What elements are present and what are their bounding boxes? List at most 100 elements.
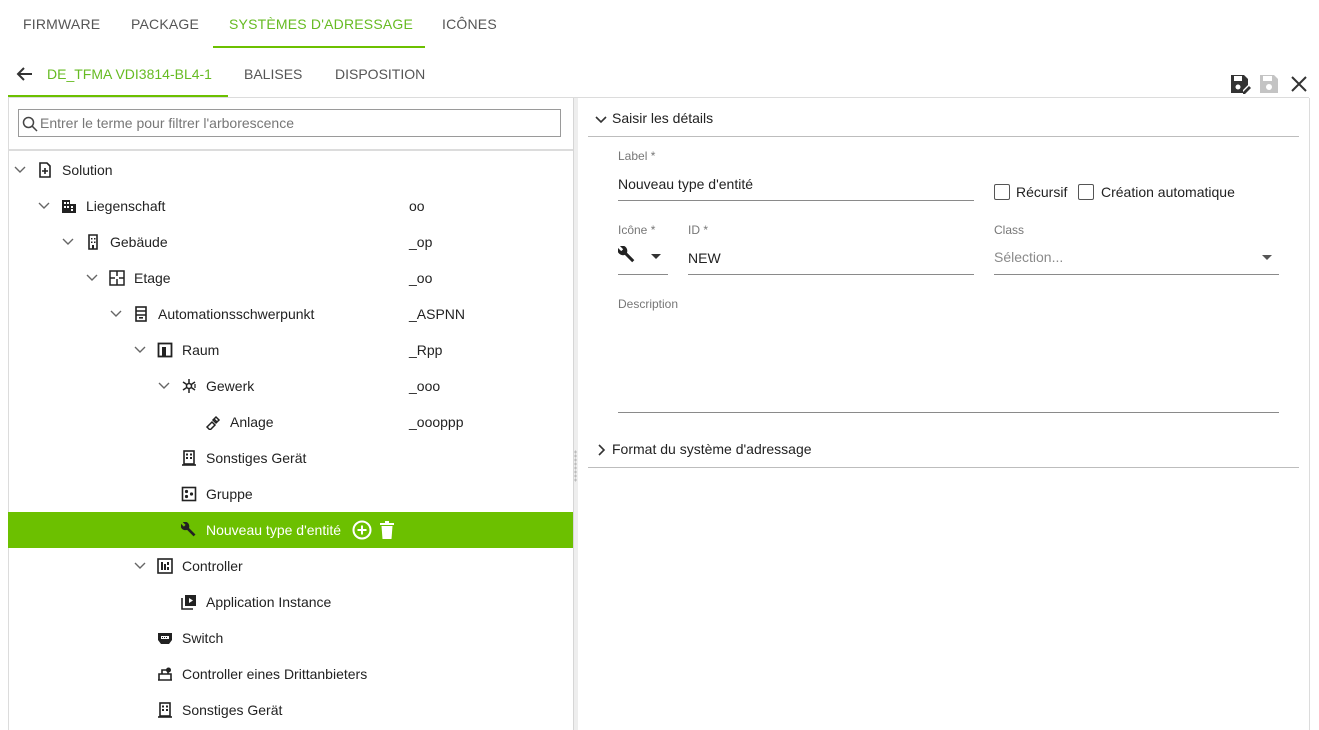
hvac-icon <box>182 379 196 393</box>
details-section-divider <box>588 136 1299 137</box>
tree-row-gruppe[interactable]: Gruppe <box>8 476 573 512</box>
tab-addressing-systems[interactable]: SYSTÈMES D'ADRESSAGE <box>229 16 413 32</box>
tree-row-anlage[interactable]: Anlage _oooppp <box>8 404 573 440</box>
floor-plan-icon <box>109 270 125 286</box>
group-icon <box>181 486 197 502</box>
format-section-divider <box>588 467 1299 468</box>
tree-label: Liegenschaft <box>86 198 166 214</box>
icon-select[interactable] <box>618 246 668 270</box>
tree-code: _oooppp <box>409 414 464 430</box>
chevron-down-icon[interactable] <box>37 198 51 212</box>
tree-label: Sonstiges Gerät <box>182 702 283 718</box>
auto-create-checkbox[interactable] <box>1078 184 1094 200</box>
icon-field-caption: Icône * <box>618 223 656 237</box>
icon-select-underline <box>618 274 668 275</box>
subtab-tags[interactable]: BALISES <box>244 66 302 82</box>
delete-icon[interactable] <box>377 520 397 540</box>
room-icon <box>157 342 173 358</box>
tree-label: Nouveau type d'entité <box>206 522 341 538</box>
tree-row-liegenschaft[interactable]: Liegenschaft oo <box>8 188 573 224</box>
back-arrow-icon[interactable] <box>15 64 35 84</box>
id-field[interactable]: NEW <box>688 250 721 266</box>
splitter-grip-icon[interactable] <box>574 450 577 482</box>
tab-icons[interactable]: ICÔNES <box>442 16 497 32</box>
tree-row-gebaeude[interactable]: Gebäude _op <box>8 224 573 260</box>
recursive-checkbox[interactable] <box>994 184 1010 200</box>
chevron-down-icon[interactable] <box>109 306 123 320</box>
cabinet-icon <box>135 306 147 322</box>
tree-row-sonstiges-geraet[interactable]: Sonstiges Gerät <box>8 440 573 476</box>
chevron-right-icon[interactable] <box>594 443 608 457</box>
details-section-title[interactable]: Saisir les détails <box>612 110 713 126</box>
tree-row-controller[interactable]: Controller <box>8 548 573 584</box>
tree-code: _Rpp <box>409 342 443 358</box>
label-field[interactable]: Nouveau type d'entité <box>618 176 753 192</box>
label-field-caption: Label * <box>618 149 656 163</box>
tree-label: Gewerk <box>206 378 255 394</box>
device-icon <box>158 702 172 718</box>
auto-create-label: Création automatique <box>1101 184 1235 200</box>
save-icon[interactable] <box>1258 73 1280 95</box>
tree-row-gewerk[interactable]: Gewerk _ooo <box>8 368 573 404</box>
tree-row-solution[interactable]: Solution <box>8 152 573 188</box>
save-edit-icon[interactable] <box>1229 73 1251 95</box>
tree-row-automationsschwerpunkt[interactable]: Automationsschwerpunkt _ASPNN <box>8 296 573 332</box>
switch-icon <box>158 633 172 644</box>
tree-label: Switch <box>182 630 224 646</box>
tree-label: Etage <box>134 270 171 286</box>
chevron-down-icon[interactable] <box>133 342 147 356</box>
class-select[interactable]: Sélection... <box>994 249 1063 265</box>
recursive-label: Récursif <box>1016 184 1068 200</box>
tree-label: Controller <box>182 558 243 574</box>
tree-row-application-instance[interactable]: Application Instance <box>8 584 573 620</box>
tree-code: _oo <box>409 270 433 286</box>
tree-row-selected-entity[interactable]: Nouveau type d'entité <box>8 512 573 548</box>
close-icon[interactable] <box>1288 73 1310 95</box>
panel-splitter[interactable] <box>573 98 578 730</box>
chevron-down-icon[interactable] <box>133 558 147 572</box>
class-field-caption: Class <box>994 223 1025 237</box>
description-field-underline <box>618 412 1279 413</box>
label-field-underline <box>618 200 974 201</box>
add-circle-icon[interactable] <box>352 520 372 540</box>
tree-label: Solution <box>62 162 113 178</box>
office-building-icon <box>88 234 98 250</box>
active-tab-indicator <box>213 46 425 48</box>
controller-icon <box>157 558 173 574</box>
chevron-down-icon[interactable] <box>13 162 27 176</box>
building-icon <box>62 200 76 213</box>
tree-label: Controller eines Drittanbieters <box>182 666 368 682</box>
tree-row-raum[interactable]: Raum _Rpp <box>8 332 573 368</box>
tab-package[interactable]: PACKAGE <box>131 16 199 32</box>
tree-code: _ASPNN <box>409 306 466 322</box>
tree-label: Gruppe <box>206 486 253 502</box>
subtab-addressing-system[interactable]: DE_TFMA VDI3814-BL4-1 <box>47 66 212 82</box>
tree-row-switch[interactable]: Switch <box>8 620 573 656</box>
tree-code: _ooo <box>409 378 441 394</box>
format-section-title[interactable]: Format du système d'adressage <box>612 441 812 457</box>
dropdown-arrow-icon[interactable] <box>1261 254 1273 262</box>
filter-divider <box>8 149 573 151</box>
third-party-controller-icon <box>158 667 172 681</box>
chevron-down-icon[interactable] <box>594 112 608 126</box>
tree-label: Automationsschwerpunkt <box>158 306 315 322</box>
tree-filter[interactable] <box>18 109 561 137</box>
pipe-icon <box>205 415 221 430</box>
tree-code: oo <box>409 198 425 214</box>
tree-row-sonstiges-geraet-2[interactable]: Sonstiges Gerät <box>8 692 573 728</box>
chevron-down-icon[interactable] <box>157 378 171 392</box>
description-field[interactable] <box>618 320 1278 406</box>
description-field-caption: Description <box>618 297 679 311</box>
tab-firmware[interactable]: FIRMWARE <box>23 16 100 32</box>
filter-input[interactable] <box>40 110 555 136</box>
tree-label: Gebäude <box>110 234 168 250</box>
chevron-down-icon[interactable] <box>61 234 75 248</box>
id-field-underline <box>688 274 974 275</box>
tree-row-third-party-controller[interactable]: Controller eines Drittanbieters <box>8 656 573 692</box>
tree-row-etage[interactable]: Etage _oo <box>8 260 573 296</box>
device-icon <box>182 450 196 466</box>
subtab-layout[interactable]: DISPOSITION <box>335 66 425 82</box>
tree-label: Sonstiges Gerät <box>206 450 307 466</box>
wrench-icon <box>181 522 196 537</box>
chevron-down-icon[interactable] <box>85 270 99 284</box>
